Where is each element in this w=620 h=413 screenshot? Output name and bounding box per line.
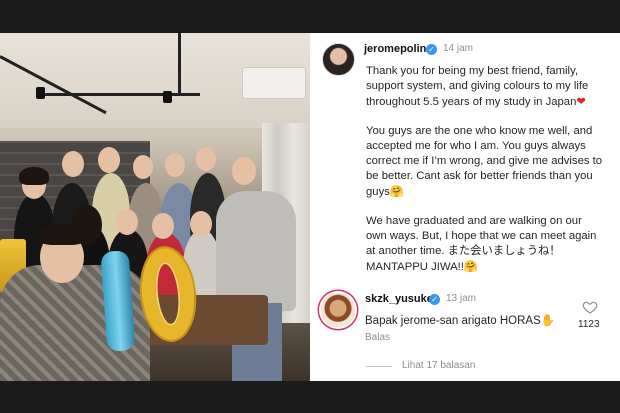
photo-hair xyxy=(38,225,86,245)
red-heart-emoji-icon: ❤ xyxy=(576,95,586,109)
post-time: 14 jam xyxy=(443,43,474,54)
photo-face xyxy=(116,209,138,235)
photo-face xyxy=(190,211,212,237)
photo-hoodie-person xyxy=(216,191,296,311)
photo-light-track-2 xyxy=(40,93,200,96)
photo-face xyxy=(196,147,216,171)
post-photo[interactable] xyxy=(0,33,310,381)
raised-hand-emoji-icon: ✋ xyxy=(540,313,556,327)
photo-face xyxy=(98,147,120,173)
photo-face xyxy=(165,153,185,177)
photo-lamp xyxy=(36,87,45,99)
verified-badge-icon: ✓ xyxy=(426,44,437,55)
comment-time: 13 jam xyxy=(446,293,477,304)
photo-hair xyxy=(19,167,49,185)
caption-paragraph: Thank you for being my best friend, fami… xyxy=(366,64,604,111)
screenshot-frame: jeromepolin ✓ 14 jam Thank you for being… xyxy=(0,0,620,413)
photo-lamp-2 xyxy=(163,91,172,103)
photo-light-track-3 xyxy=(178,33,181,93)
reply-button[interactable]: Balas xyxy=(365,332,390,343)
photo-face xyxy=(152,213,174,239)
caption-text: We have graduated and are walking on our… xyxy=(366,214,597,274)
heart-outline-icon[interactable] xyxy=(582,299,598,315)
hugging-face-emoji-icon: 🤗 xyxy=(463,260,478,274)
photo-face xyxy=(232,157,256,185)
comment-like-count: 1123 xyxy=(578,319,600,330)
caption-text: Thank you for being my best friend, fami… xyxy=(366,65,589,109)
comment-body: Bapak jerome-san arigato HORAS xyxy=(365,315,541,327)
comment-text: Bapak jerome-san arigato HORAS✋ xyxy=(365,313,555,327)
author-username[interactable]: jeromepolin xyxy=(364,43,426,55)
caption-paragraph: You guys are the one who know me well, a… xyxy=(366,124,604,201)
photo-air-conditioner xyxy=(242,67,306,99)
verified-badge-icon: ✓ xyxy=(429,294,440,305)
post-comments-panel: jeromepolin ✓ 14 jam Thank you for being… xyxy=(310,33,620,381)
post-caption: Thank you for being my best friend, fami… xyxy=(366,64,604,288)
caption-paragraph: We have graduated and are walking on our… xyxy=(366,214,604,276)
photo-face xyxy=(62,151,84,177)
commenter-username[interactable]: skzk_yusuke xyxy=(365,293,433,305)
hugging-face-emoji-icon: 🤗 xyxy=(389,185,404,199)
photo-face xyxy=(133,155,153,179)
commenter-avatar[interactable] xyxy=(321,293,355,327)
view-replies-divider xyxy=(366,366,392,367)
author-avatar[interactable] xyxy=(322,43,355,76)
view-replies-button[interactable]: Lihat 17 balasan xyxy=(402,360,475,371)
